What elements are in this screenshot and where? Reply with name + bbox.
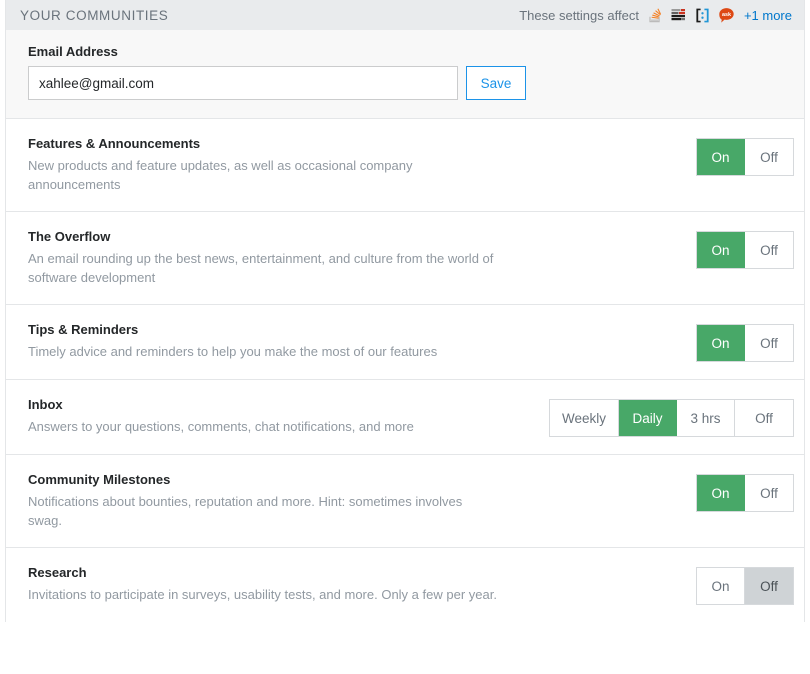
setting-description: An email rounding up the best news, ente… xyxy=(28,251,494,285)
toggle-option[interactable]: On xyxy=(697,475,745,511)
code-golf-icon[interactable] xyxy=(694,7,711,24)
setting-description: Timely advice and reminders to help you … xyxy=(28,344,438,359)
setting-title: Tips & Reminders xyxy=(28,322,139,337)
svg-text:ask: ask xyxy=(722,12,731,18)
setting-toggle-group: On Off xyxy=(696,138,794,176)
setting-text: Research Invitations to participate in su… xyxy=(28,565,497,604)
setting-row: The Overflow An email rounding up the bes… xyxy=(6,212,804,305)
server-fault-icon[interactable] xyxy=(670,7,687,24)
email-input[interactable] xyxy=(28,66,458,100)
toggle-option[interactable]: Off xyxy=(745,475,793,511)
toggle-option[interactable]: On xyxy=(697,568,745,604)
setting-text: Features & Announcements New products and… xyxy=(28,136,498,194)
setting-text: Inbox Answers to your questions, comments… xyxy=(28,397,414,436)
ask-ubuntu-icon[interactable]: ask xyxy=(718,7,735,24)
email-address-label: Email Address xyxy=(28,44,118,59)
stack-overflow-java-icon[interactable] xyxy=(646,7,663,24)
toggle-option[interactable]: On xyxy=(697,139,745,175)
email-address-row: Save xyxy=(28,66,804,100)
setting-text: Tips & Reminders Timely advice and remind… xyxy=(28,322,437,361)
more-sites-link[interactable]: +1 more xyxy=(744,8,792,23)
toggle-option[interactable]: On xyxy=(697,325,745,361)
toggle-option[interactable]: Daily xyxy=(619,400,677,436)
setting-row: Community Milestones Notifications about … xyxy=(6,455,804,548)
setting-toggle-group: On Off xyxy=(696,324,794,362)
toggle-option[interactable]: Off xyxy=(735,400,793,436)
setting-toggle-group: Weekly Daily 3 hrs Off xyxy=(548,399,794,437)
toggle-option[interactable]: Off xyxy=(745,568,793,604)
setting-toggle-group: On Off xyxy=(696,474,794,512)
toggle-option[interactable]: Off xyxy=(745,325,793,361)
setting-row: Tips & Reminders Timely advice and remind… xyxy=(6,305,804,380)
panel-header: YOUR COMMUNITIES These settings affect a… xyxy=(6,0,804,30)
setting-row: Inbox Answers to your questions, comments… xyxy=(6,380,804,455)
setting-description: New products and feature updates, as wel… xyxy=(28,158,413,192)
toggle-option[interactable]: 3 hrs xyxy=(677,400,735,436)
setting-title: Features & Announcements xyxy=(28,136,201,151)
toggle-option[interactable]: Weekly xyxy=(549,400,619,436)
affected-sites-label: These settings affect xyxy=(519,7,639,23)
setting-description: Notifications about bounties, reputation… xyxy=(28,494,463,528)
setting-toggle-group: On Off xyxy=(696,231,794,269)
setting-title: Community Milestones xyxy=(28,472,171,487)
setting-title: Research xyxy=(28,565,87,580)
email-settings-panel: YOUR COMMUNITIES These settings affect a… xyxy=(5,0,805,622)
page-title: YOUR COMMUNITIES xyxy=(20,7,169,23)
settings-list: Features & Announcements New products and… xyxy=(6,119,804,622)
setting-toggle-group: On Off xyxy=(696,567,794,605)
setting-text: Community Milestones Notifications about … xyxy=(28,472,498,530)
setting-description: Invitations to participate in surveys, u… xyxy=(28,587,497,602)
email-address-section: Email Address Save xyxy=(6,30,804,119)
affected-sites: These settings affect ask +1 more xyxy=(519,7,792,24)
setting-text: The Overflow An email rounding up the bes… xyxy=(28,229,498,287)
setting-row: Features & Announcements New products and… xyxy=(6,119,804,212)
toggle-option[interactable]: Off xyxy=(745,232,793,268)
setting-row: Research Invitations to participate in su… xyxy=(6,548,804,622)
save-button[interactable]: Save xyxy=(466,66,526,100)
toggle-option[interactable]: Off xyxy=(745,139,793,175)
setting-description: Answers to your questions, comments, cha… xyxy=(28,419,414,434)
toggle-option[interactable]: On xyxy=(697,232,745,268)
setting-title: Inbox xyxy=(28,397,63,412)
setting-title: The Overflow xyxy=(28,229,111,244)
